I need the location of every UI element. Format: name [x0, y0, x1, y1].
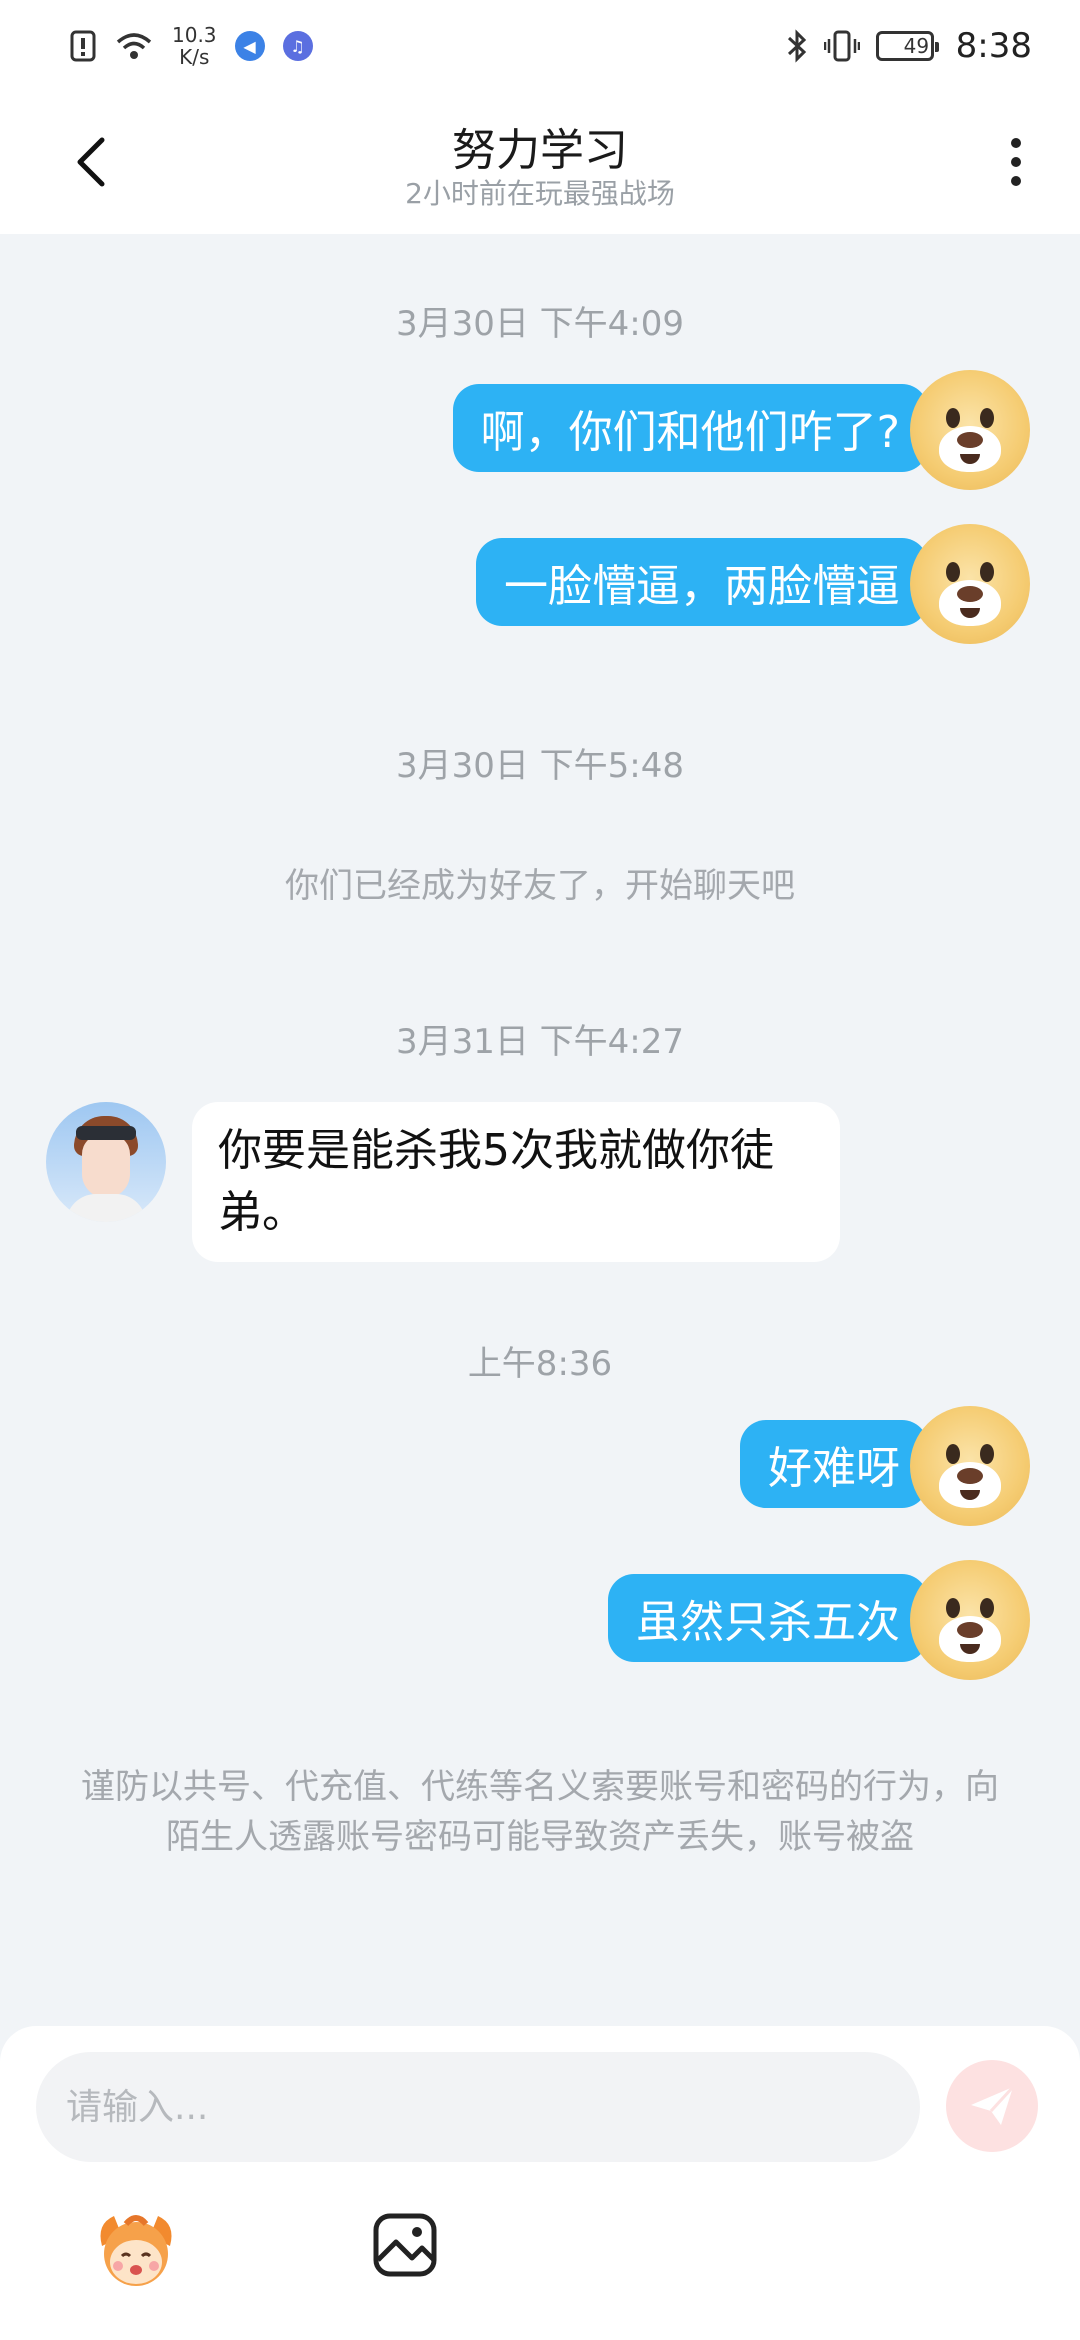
message-timestamp: 3月30日 下午4:09 — [395, 304, 685, 344]
vibrate-icon — [823, 29, 860, 63]
security-warning: 谨防以共号、代充值、代练等名义索要账号和密码的行为，向陌生人透露账号密码可能导致… — [81, 1767, 999, 1857]
message-timestamp: 上午8:36 — [467, 1344, 613, 1384]
more-options-button[interactable] — [996, 132, 1036, 192]
image-button[interactable] — [372, 2212, 438, 2278]
alert-icon — [70, 30, 96, 62]
message-bubble-outgoing[interactable]: 虽然只杀五次 — [608, 1574, 928, 1662]
wifi-icon — [114, 30, 154, 62]
message-bubble-outgoing[interactable]: 一脸懵逼，两脸懵逼 — [476, 538, 928, 626]
music-icon: ♫ — [282, 31, 313, 61]
message-bubble-incoming[interactable]: 你要是能杀我5次我就做你徒弟。 — [192, 1102, 840, 1262]
my-avatar[interactable] — [910, 1406, 1030, 1526]
app-notification-icon: ◀ — [234, 31, 265, 61]
status-bar: 10.3 K/s ◀ ♫ 49 8:38 — [0, 0, 1080, 92]
emoji-button[interactable] — [92, 2206, 180, 2294]
message-bubble-outgoing[interactable]: 啊，你们和他们咋了? — [452, 384, 928, 472]
contact-status: 2小时前在玩最强战场 — [405, 177, 675, 210]
message-list[interactable]: 3月30日 下午4:09 啊，你们和他们咋了? 一脸懵逼，两脸懵逼 3月30日 … — [0, 234, 1080, 2026]
clock: 8:38 — [955, 26, 1032, 66]
mascot-emoji-icon — [100, 2215, 172, 2286]
contact-name: 努力学习 — [452, 125, 628, 176]
bluetooth-icon — [786, 28, 808, 64]
message-input[interactable] — [36, 2052, 920, 2162]
my-avatar[interactable] — [910, 524, 1030, 644]
more-dot-icon — [1011, 157, 1021, 167]
my-avatar[interactable] — [910, 370, 1030, 490]
battery-indicator: 49 — [875, 31, 939, 61]
chat-header: 努力学习 2小时前在玩最强战场 — [0, 92, 1080, 234]
send-button[interactable] — [946, 2060, 1038, 2152]
more-dot-icon — [1011, 138, 1021, 148]
send-icon — [971, 2085, 1015, 2125]
composer — [0, 2026, 1080, 2340]
my-avatar[interactable] — [910, 1560, 1030, 1680]
message-bubble-outgoing[interactable]: 好难呀 — [740, 1420, 928, 1508]
contact-avatar[interactable] — [46, 1102, 166, 1222]
message-timestamp: 3月30日 下午5:48 — [395, 746, 685, 786]
more-dot-icon — [1011, 176, 1021, 186]
system-notice: 你们已经成为好友了，开始聊天吧 — [285, 866, 795, 906]
image-icon — [373, 2213, 437, 2277]
message-timestamp: 3月31日 下午4:27 — [395, 1022, 685, 1062]
network-speed: 10.3 K/s — [172, 23, 217, 69]
